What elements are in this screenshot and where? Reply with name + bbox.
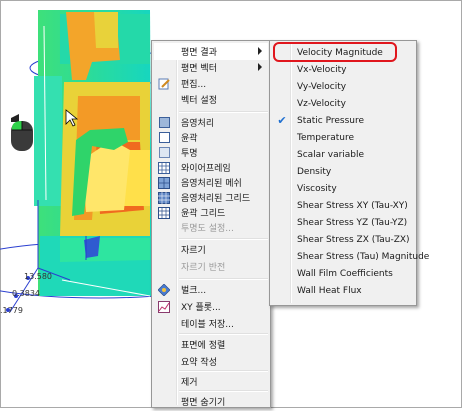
menu-item-clip-reverse[interactable]: 자르기 반전 [154, 258, 268, 275]
menu-item-hide-plane[interactable]: 평면 숨기기 [154, 393, 268, 410]
highlight-annotation [273, 42, 397, 62]
submenu-item-wall-film-coefficients[interactable]: Wall Film Coefficients [272, 265, 414, 282]
submenu-item-vy-velocity[interactable]: Vy-Velocity [272, 78, 414, 95]
submenu-item-vx-velocity[interactable]: Vx-Velocity [272, 61, 414, 78]
submenu-item-shear-stress-magnitude[interactable]: Shear Stress (Tau) Magnitude [272, 248, 429, 265]
submenu-item-shear-stress-yz[interactable]: Shear Stress YZ (Tau-YZ) [272, 214, 414, 231]
axis-tick-label: 13.580 [24, 272, 52, 281]
menu-item-clip[interactable]: 자르기 [154, 241, 268, 258]
submenu-item-static-pressure[interactable]: ✔ Static Pressure [272, 112, 414, 129]
submenu-item-shear-stress-xy[interactable]: Shear Stress XY (Tau-XY) [272, 197, 414, 214]
axis-tick-label: .1779 [0, 306, 23, 315]
submenu-arrow-icon [258, 47, 262, 55]
bulk-icon [155, 281, 173, 298]
submenu-item-density[interactable]: Density [272, 163, 414, 180]
axis-tick-label: 0.3834 [12, 289, 40, 298]
menu-item-vector-settings[interactable]: 벡터 설정 [154, 91, 268, 108]
submenu-item-wall-heat-flux[interactable]: Wall Heat Flux [272, 282, 414, 299]
mouse-icon [11, 114, 33, 151]
menu-item-edit[interactable]: 편집... [154, 75, 268, 92]
menu-item-transparency-settings[interactable]: 투명도 설정... [154, 219, 268, 236]
edit-icon [155, 75, 173, 92]
xy-plot-icon [155, 298, 173, 315]
submenu-item-vz-velocity[interactable]: Vz-Velocity [272, 95, 414, 112]
menu-item-xy-plot[interactable]: XY 플롯... [154, 298, 268, 315]
submenu-item-viscosity[interactable]: Viscosity [272, 180, 414, 197]
menu-item-bulk[interactable]: 벌크... [154, 281, 268, 298]
menu-item-plane-results[interactable]: 평면 결과 [154, 43, 268, 60]
plane-results-submenu: Velocity Magnitude Vx-Velocity Vy-Veloci… [269, 40, 429, 306]
submenu-item-temperature[interactable]: Temperature [272, 129, 414, 146]
submenu-arrow-icon [258, 63, 262, 71]
menu-item-save-table[interactable]: 테이블 저장... [154, 315, 268, 332]
menu-item-write-summary[interactable]: 요약 작성 [154, 353, 268, 370]
menu-item-remove[interactable]: 제거 [154, 373, 268, 390]
submenu-item-shear-stress-zx[interactable]: Shear Stress ZX (Tau-ZX) [272, 231, 414, 248]
checkmark-icon: ✔ [277, 114, 287, 127]
context-menu: 평면 결과 평면 벡터 편집... 벡터 설정 음영처리 윤곽 투명 와이어프레… [151, 40, 271, 408]
submenu-item-scalar-variable[interactable]: Scalar variable [272, 146, 414, 163]
menu-item-plane-vectors[interactable]: 평면 벡터 [154, 59, 268, 76]
menu-item-align-to-surface[interactable]: 표면에 정렬 [154, 336, 268, 353]
